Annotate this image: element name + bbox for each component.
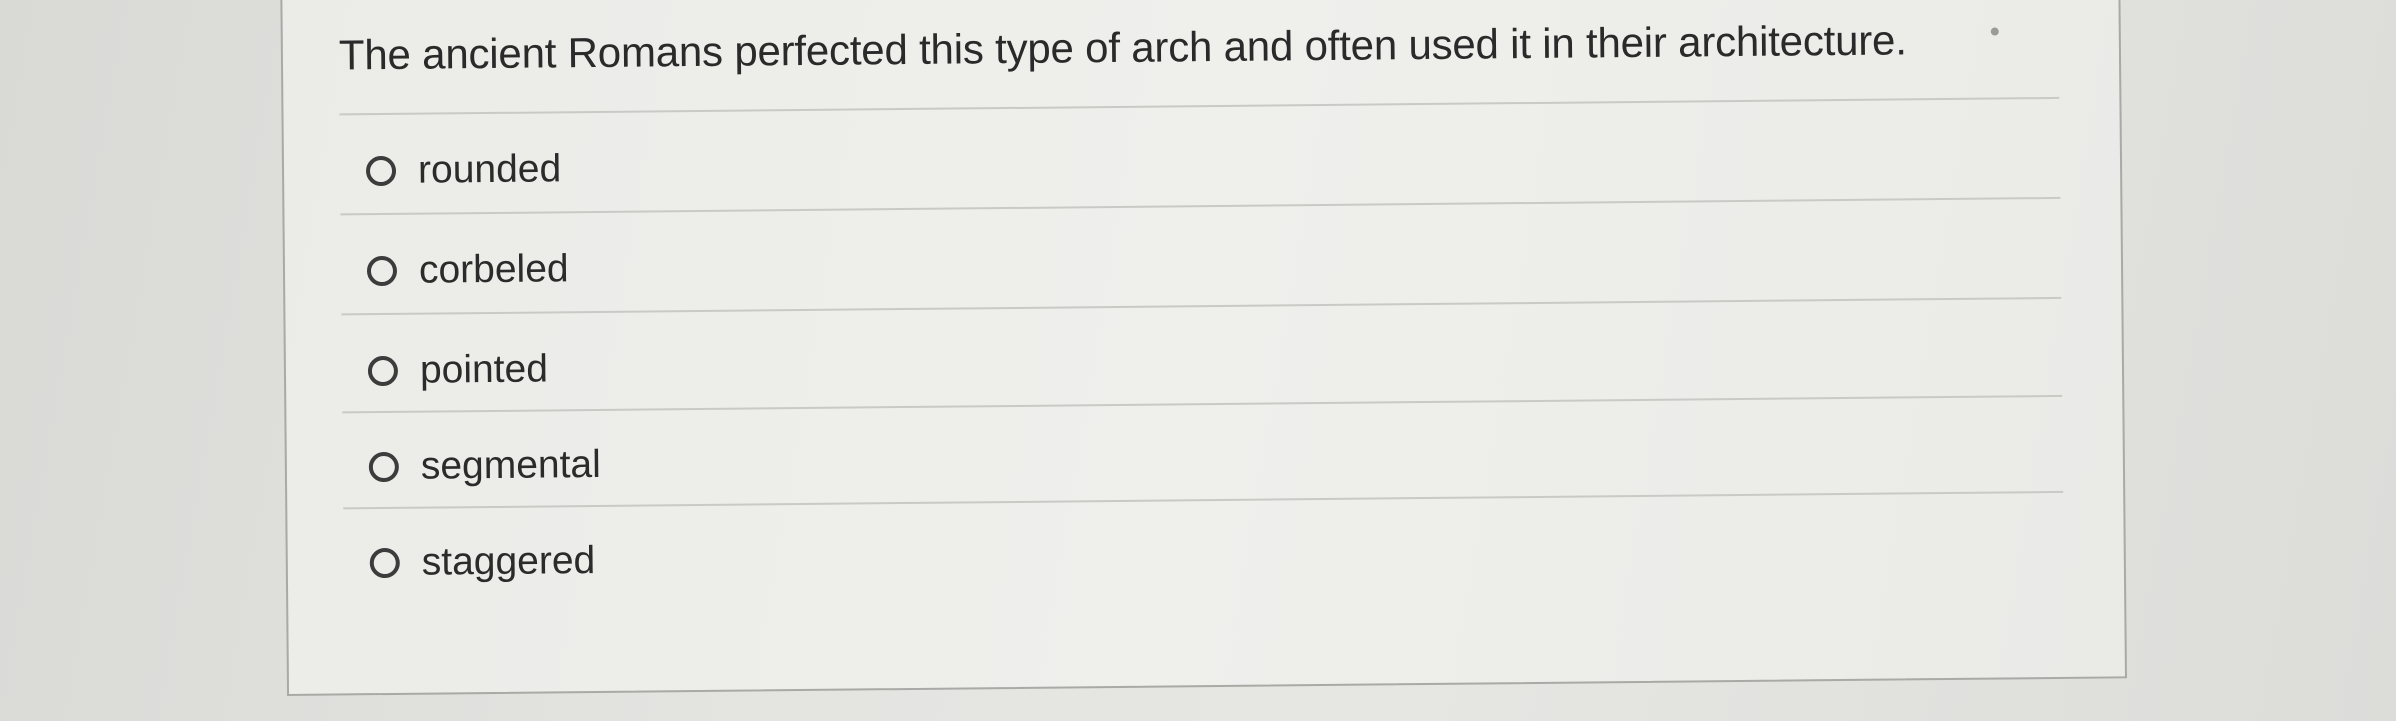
divider bbox=[340, 196, 2061, 216]
divider bbox=[343, 490, 2064, 510]
option-label: staggered bbox=[421, 539, 596, 584]
option-label: rounded bbox=[417, 147, 562, 192]
radio-button[interactable] bbox=[369, 547, 400, 579]
option-segmental[interactable]: segmental bbox=[368, 442, 602, 489]
option-label: segmental bbox=[420, 442, 602, 488]
radio-button[interactable] bbox=[367, 355, 399, 387]
option-label: corbeled bbox=[418, 247, 569, 292]
option-rounded[interactable]: rounded bbox=[365, 147, 562, 193]
radio-button[interactable] bbox=[366, 255, 398, 287]
indicator-dot bbox=[1990, 27, 1999, 36]
divider bbox=[342, 394, 2063, 414]
divider bbox=[339, 96, 2060, 116]
option-corbeled[interactable]: corbeled bbox=[366, 247, 569, 293]
question-card: The ancient Romans perfected this type o… bbox=[280, 0, 2127, 696]
radio-button[interactable] bbox=[365, 155, 397, 187]
option-staggered[interactable]: staggered bbox=[369, 539, 596, 585]
radio-button[interactable] bbox=[368, 451, 400, 483]
divider bbox=[341, 296, 2062, 316]
option-pointed[interactable]: pointed bbox=[367, 347, 549, 393]
option-label: pointed bbox=[419, 347, 549, 392]
question-text: The ancient Romans perfected this type o… bbox=[338, 16, 1907, 79]
